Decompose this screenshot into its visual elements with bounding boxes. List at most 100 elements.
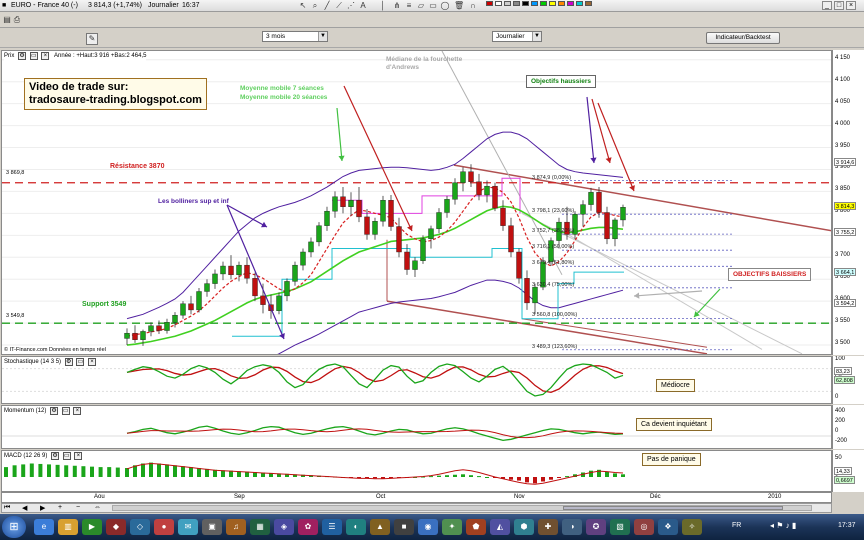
delete-icon[interactable]: 🗑 — [454, 1, 464, 11]
fan-tool-icon[interactable]: ⋰ — [346, 1, 356, 11]
settings-icon[interactable]: ⚙ — [51, 452, 60, 460]
scroll-prev-icon[interactable]: ◀ — [22, 504, 27, 512]
fibonacci-icon[interactable]: ≡ — [404, 1, 414, 11]
app-icon[interactable]: ❖ — [658, 519, 678, 535]
color-swatch-darkgrey[interactable] — [513, 1, 520, 6]
price-tick: 4 000 — [835, 120, 851, 127]
scroll-first-icon[interactable]: ⏮ — [4, 504, 10, 512]
horizontal-scrollbar[interactable]: ⏮ ◀ ▶ + − ⇔ — [1, 503, 832, 513]
macd-histogram-bar — [165, 464, 169, 477]
close-icon[interactable]: × — [73, 407, 82, 415]
pitchfork-icon[interactable]: ⋔ — [392, 1, 402, 11]
text-tool-icon[interactable]: A — [358, 1, 368, 11]
app-icon[interactable]: ✦ — [442, 519, 462, 535]
support-label: Support 3549 — [82, 301, 127, 308]
settings-icon[interactable]: ⚙ — [64, 358, 73, 366]
stochastic-comment: Médiocre — [656, 379, 695, 392]
fit-icon[interactable]: ⇔ — [94, 504, 101, 511]
zoom-in-icon[interactable]: + — [58, 504, 62, 511]
price-panel[interactable]: Prix ⚙ ▭ × Année : +Haut:3 916 +Bas:2 46… — [1, 50, 832, 355]
vertical-line-icon[interactable]: │ — [378, 1, 388, 11]
rectangle-icon[interactable]: ▭ — [428, 1, 438, 11]
macd-axis[interactable]: 50 0 14,33 0,6697 — [832, 450, 864, 492]
app-icon[interactable]: ◎ — [634, 519, 654, 535]
app-icon[interactable]: ✧ — [682, 519, 702, 535]
color-swatch-brown[interactable] — [585, 1, 592, 6]
start-button[interactable]: ⊞ — [2, 516, 26, 538]
color-swatch-red[interactable] — [486, 1, 493, 6]
print-icon[interactable]: ⎙ — [12, 15, 22, 25]
app-icon[interactable]: ◉ — [418, 519, 438, 535]
color-swatch-orange[interactable] — [558, 1, 565, 6]
color-swatch-grey[interactable] — [504, 1, 511, 6]
momentum-axis[interactable]: 400 200 0 -200 — [832, 405, 864, 449]
close-icon[interactable]: × — [74, 452, 83, 460]
magnet-icon[interactable]: ∩ — [468, 1, 478, 11]
maximize-button[interactable]: □ — [834, 1, 844, 10]
ellipse-icon[interactable]: ◯ — [440, 1, 450, 11]
candle-body — [436, 212, 442, 229]
draw-tools-icon[interactable]: ✎ — [86, 33, 98, 45]
app-icon[interactable]: ⬢ — [514, 519, 534, 535]
stochastic-axis[interactable]: 100 50 0 83,23 62,808 — [832, 356, 864, 404]
app-icon[interactable]: ✿ — [298, 519, 318, 535]
macd-panel[interactable]: MACD (12 26 9) ⚙ ▭ × Pas de panique — [1, 450, 832, 492]
ie-icon[interactable]: e — [34, 519, 54, 535]
color-swatch-cyan[interactable] — [576, 1, 583, 6]
window-icon[interactable]: ▭ — [76, 358, 85, 366]
app-icon[interactable]: ✉ — [178, 519, 198, 535]
app-icon[interactable]: ◭ — [490, 519, 510, 535]
zoom-icon[interactable]: ⌕ — [310, 1, 320, 11]
settings-icon[interactable]: ⚙ — [18, 52, 27, 60]
window-icon[interactable]: ▭ — [29, 52, 38, 60]
window-icon[interactable]: ▭ — [61, 407, 70, 415]
color-swatch-magenta[interactable] — [567, 1, 574, 6]
app-icon[interactable]: ▣ — [202, 519, 222, 535]
period-select[interactable]: 3 mois ▼ — [262, 31, 328, 42]
candle-body — [316, 225, 322, 243]
interval-select[interactable]: Journalier ▼ — [492, 31, 542, 42]
close-icon[interactable]: × — [41, 52, 50, 60]
indicator-backtest-button[interactable]: Indicateur/Backtest — [706, 32, 780, 44]
close-icon[interactable]: × — [88, 358, 97, 366]
scroll-track[interactable] — [112, 505, 812, 511]
close-button[interactable]: × — [846, 1, 856, 10]
app-icon[interactable]: ◇ — [130, 519, 150, 535]
app-icon[interactable]: ♫ — [226, 519, 246, 535]
language-indicator[interactable]: FR — [732, 522, 741, 529]
app-icon[interactable]: ✪ — [586, 519, 606, 535]
momentum-panel[interactable]: Momentum (12) ⚙ ▭ × Ca devient inquiétan… — [1, 405, 832, 449]
color-swatch-green[interactable] — [540, 1, 547, 6]
minimize-button[interactable]: _ — [822, 1, 832, 10]
folder-icon[interactable]: ▥ — [58, 519, 78, 535]
app-icon[interactable]: ☰ — [322, 519, 342, 535]
app-icon[interactable]: ⬟ — [466, 519, 486, 535]
app-icon[interactable]: ▧ — [610, 519, 630, 535]
color-swatch-white[interactable] — [495, 1, 502, 6]
price-axis[interactable]: 4 150 4 100 4 050 4 000 3 950 3 900 3 850 3 800… — [832, 50, 864, 355]
color-swatch-yellow[interactable] — [549, 1, 556, 6]
app-icon[interactable]: ◆ — [106, 519, 126, 535]
app-icon[interactable]: ■ — [394, 519, 414, 535]
line-tool-icon[interactable]: ╱ — [322, 1, 332, 11]
settings-icon[interactable]: ⚙ — [50, 407, 59, 415]
app-icon[interactable]: ◈ — [274, 519, 294, 535]
ray-tool-icon[interactable]: ⟋ — [334, 1, 344, 11]
channel-icon[interactable]: ▱ — [416, 1, 426, 11]
app-icon[interactable]: ◐ — [346, 519, 366, 535]
app-icon[interactable]: ● — [154, 519, 174, 535]
app-icon[interactable]: ▲ — [370, 519, 390, 535]
window-icon[interactable]: ▭ — [62, 452, 71, 460]
app-icon[interactable]: ▦ — [250, 519, 270, 535]
media-icon[interactable]: ▶ — [82, 519, 102, 535]
cursor-icon[interactable]: ↖ — [298, 1, 308, 11]
zoom-out-icon[interactable]: − — [76, 504, 80, 511]
stochastic-panel[interactable]: Stochastique (14 3 5) ⚙ ▭ × Médiocre — [1, 356, 832, 404]
scroll-next-icon[interactable]: ▶ — [40, 504, 45, 512]
color-swatch-black[interactable] — [522, 1, 529, 6]
scroll-thumb[interactable] — [563, 506, 783, 510]
color-swatch-blue[interactable] — [531, 1, 538, 6]
chart-menu-icon[interactable]: ▤ — [2, 15, 12, 25]
app-icon[interactable]: ✚ — [538, 519, 558, 535]
app-icon[interactable]: ◑ — [562, 519, 582, 535]
